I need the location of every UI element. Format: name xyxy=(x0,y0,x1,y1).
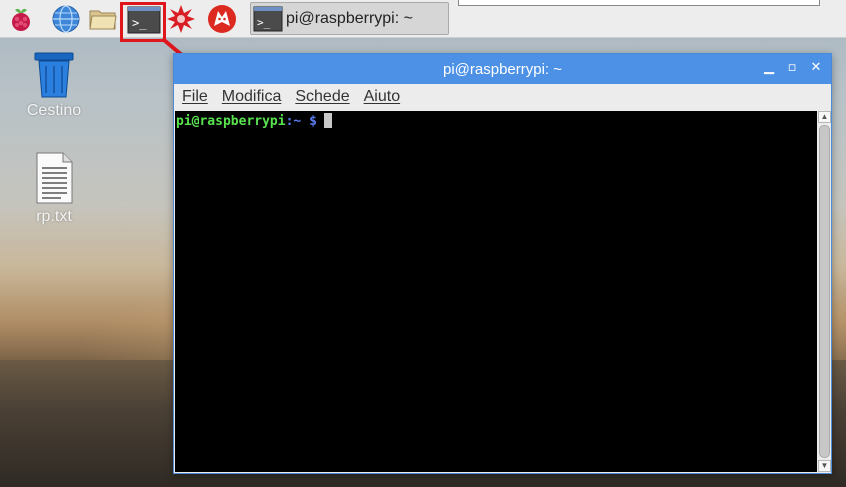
file-manager-folder-icon[interactable] xyxy=(88,4,118,34)
maximize-button[interactable]: ▫ xyxy=(784,60,800,76)
window-title: pi@raspberrypi: ~ xyxy=(442,61,563,78)
taskbar: >_ >_ pi@raspberrypi: ~ xyxy=(0,0,846,42)
wolfram-icon[interactable] xyxy=(207,4,237,34)
window-titlebar[interactable]: pi@raspberrypi: ~ ▁ ▫ ✕ xyxy=(174,54,831,84)
trash-icon xyxy=(34,52,74,98)
terminal-icon: >_ xyxy=(253,6,283,31)
svg-text:>_: >_ xyxy=(257,16,271,29)
minimize-button[interactable]: ▁ xyxy=(761,60,777,76)
menu-modifica[interactable]: Modifica xyxy=(222,88,282,106)
scroll-up-arrow-icon[interactable]: ▲ xyxy=(818,111,831,123)
prompt-user-host: pi@raspberrypi xyxy=(176,114,286,129)
menu-aiuto[interactable]: Aiuto xyxy=(364,88,400,106)
terminal-window: pi@raspberrypi: ~ ▁ ▫ ✕ File Modifica Sc… xyxy=(173,53,832,474)
menu-file[interactable]: File xyxy=(182,88,208,106)
desktop-file-rp-txt[interactable]: rp.txt xyxy=(14,152,94,226)
scroll-thumb[interactable] xyxy=(819,125,830,458)
prompt-symbol: $ xyxy=(309,114,317,129)
prompt-path: :~ xyxy=(285,114,302,129)
scroll-down-arrow-icon[interactable]: ▼ xyxy=(818,460,831,472)
taskbar-panel-area xyxy=(458,0,820,6)
mathematica-icon[interactable] xyxy=(166,4,196,34)
text-file-icon xyxy=(36,152,73,204)
menu-schede[interactable]: Schede xyxy=(295,88,349,106)
terminal-icon[interactable]: >_ xyxy=(127,6,161,34)
desktop-icon-label: Cestino xyxy=(26,102,82,119)
vertical-scrollbar[interactable]: ▲ ▼ xyxy=(818,111,831,472)
terminal-output[interactable]: pi@raspberrypi:~ $ xyxy=(175,111,817,472)
task-button-label: pi@raspberrypi: ~ xyxy=(286,9,413,27)
text-cursor xyxy=(323,113,332,128)
svg-text:>_: >_ xyxy=(132,16,147,30)
close-button[interactable]: ✕ xyxy=(808,60,824,76)
desktop-trash[interactable]: Cestino xyxy=(14,50,94,120)
desktop-icon-label: rp.txt xyxy=(36,208,72,225)
menu-bar: File Modifica Schede Aiuto xyxy=(174,84,831,110)
web-browser-globe-icon[interactable] xyxy=(51,4,81,34)
taskbar-terminal-task-button[interactable]: >_ pi@raspberrypi: ~ xyxy=(250,2,449,35)
raspberry-menu-icon[interactable] xyxy=(6,4,36,34)
